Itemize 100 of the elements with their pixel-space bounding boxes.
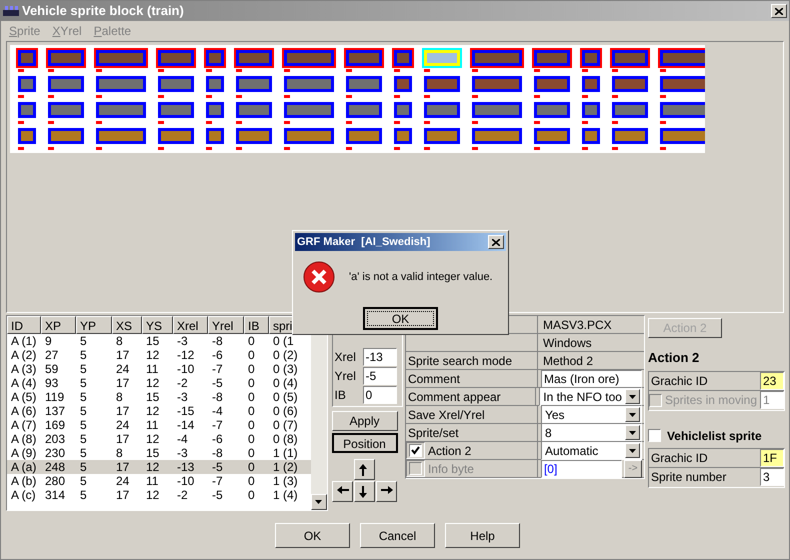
column-header[interactable]: YS bbox=[142, 316, 173, 334]
table-cell-text: 15 bbox=[145, 334, 160, 348]
table-cell-text: 0 bbox=[247, 446, 256, 460]
error-icon bbox=[303, 261, 335, 293]
dialog-button[interactable]: Help bbox=[445, 523, 520, 548]
table-cell-text: -3 bbox=[176, 446, 189, 460]
table-cell-text: 5 bbox=[79, 488, 88, 502]
table-cell-text: 0 bbox=[247, 390, 256, 404]
table-cell-text: 0 bbox=[247, 348, 256, 362]
table-cell-text: -15 bbox=[176, 404, 196, 418]
scroll-down-button[interactable] bbox=[310, 494, 327, 510]
error-message: 'a' is not a valid integer value. bbox=[349, 270, 493, 285]
table-cell-text: 5 bbox=[79, 474, 88, 488]
close-button[interactable] bbox=[488, 235, 504, 249]
table-cell-text: 9 bbox=[44, 334, 53, 348]
column-header[interactable]: XS bbox=[112, 316, 142, 334]
arrow-up-button[interactable] bbox=[354, 459, 376, 480]
table-cell-text: -10 bbox=[176, 362, 196, 376]
table-cell-text: -5 bbox=[211, 488, 224, 502]
arrow-down-button[interactable] bbox=[354, 481, 376, 502]
table-cell-text: 5 bbox=[79, 390, 88, 404]
apply-button[interactable]: Apply bbox=[332, 411, 398, 431]
checkbox[interactable] bbox=[408, 444, 422, 457]
table-cell-text: A (8) bbox=[10, 432, 38, 446]
table-cell-text: 0 (2) bbox=[272, 348, 299, 362]
table-cell-text: 93 bbox=[44, 376, 60, 390]
column-header[interactable]: ID bbox=[7, 316, 41, 334]
dropdown-field[interactable]: Automatic bbox=[540, 441, 642, 460]
ok-button[interactable]: OK bbox=[363, 307, 438, 330]
column-header[interactable]: Xrel bbox=[173, 316, 208, 334]
section-heading: Action 2 bbox=[648, 349, 700, 367]
table-cell-text: 0 (7) bbox=[272, 418, 299, 432]
offset-field[interactable]: -5 bbox=[362, 367, 397, 385]
table-cell-text: A (2) bbox=[10, 348, 38, 362]
table-cell-text: 230 bbox=[44, 446, 66, 460]
table-cell-text: 0 bbox=[247, 404, 256, 418]
table-cell-text: 0 (3) bbox=[272, 362, 299, 376]
close-button[interactable] bbox=[771, 4, 787, 18]
table-cell-text: -8 bbox=[211, 390, 224, 404]
table-cell-text: 0 (1 bbox=[272, 334, 295, 348]
checkbox-label: Vehiclelist sprite bbox=[666, 428, 762, 444]
table-row[interactable]: A (a) 248 5 17 12 -13 -5 0 1 (2) bbox=[7, 460, 311, 474]
field-label: Sprite number bbox=[650, 469, 728, 486]
dialog-button[interactable]: OK bbox=[275, 523, 350, 548]
table-cell-text: 8 bbox=[115, 446, 124, 460]
position-button[interactable]: Position bbox=[332, 433, 398, 453]
table-cell-text: -4 bbox=[176, 432, 189, 446]
dropdown-field[interactable]: 8 bbox=[540, 423, 642, 442]
property-label: Action 2 bbox=[426, 442, 472, 460]
table-cell-text: -14 bbox=[176, 418, 196, 432]
table-cell-text: 15 bbox=[145, 446, 160, 460]
table-cell-text: 137 bbox=[44, 404, 66, 418]
column-header[interactable]: IB bbox=[244, 316, 269, 334]
arrow-right-button[interactable] bbox=[376, 481, 398, 502]
table-cell-text: 24 bbox=[115, 418, 130, 432]
comment-field[interactable]: Mas (Iron ore) bbox=[540, 370, 642, 388]
graphic-id-field[interactable]: 23 bbox=[760, 372, 784, 390]
table-cell-text: 5 bbox=[79, 460, 88, 474]
table-cell-text: 11 bbox=[145, 362, 160, 376]
dialog-title: GRF Maker [AI_Swedish] bbox=[297, 234, 432, 250]
field-label: Grachic ID bbox=[650, 450, 709, 466]
column-header[interactable]: YP bbox=[76, 316, 112, 334]
table-cell-text: 5 bbox=[79, 362, 88, 376]
table-cell-text: A (3) bbox=[10, 362, 38, 376]
dropdown-field[interactable]: Yes bbox=[540, 405, 642, 424]
table-cell-text: 0 bbox=[247, 488, 256, 502]
table-cell-text: 24 bbox=[115, 474, 130, 488]
table-cell-text: 1 (1) bbox=[272, 446, 299, 460]
table-cell-text: 314 bbox=[44, 488, 66, 502]
table-cell-text: -7 bbox=[211, 474, 224, 488]
table-cell-text: -8 bbox=[211, 446, 224, 460]
property-value: Method 2 bbox=[542, 352, 594, 370]
table-cell-text: 169 bbox=[44, 418, 66, 432]
offset-field[interactable]: -13 bbox=[362, 348, 397, 366]
table-cell-text: -13 bbox=[176, 460, 196, 474]
arrow-left-button[interactable] bbox=[332, 481, 354, 502]
table-cell-text: 5 bbox=[79, 418, 88, 432]
checkbox[interactable] bbox=[648, 429, 661, 442]
table-cell-text: A (5) bbox=[10, 390, 38, 404]
table-cell-text: 12 bbox=[145, 488, 160, 502]
table-cell-text: A (7) bbox=[10, 418, 38, 432]
table-cell-text: 1 (2) bbox=[272, 460, 299, 474]
property-label: Save Xrel/Yrel bbox=[406, 406, 486, 424]
table-cell-text: 15 bbox=[145, 390, 160, 404]
table-cell-text: 5 bbox=[79, 376, 88, 390]
column-header[interactable]: Yrel bbox=[208, 316, 244, 334]
table-cell-text: 8 bbox=[115, 334, 124, 348]
table-cell-text: A (1) bbox=[10, 334, 38, 348]
property-label: Sprite search mode bbox=[406, 352, 514, 370]
table-cell-text: -5 bbox=[211, 460, 224, 474]
table-cell-text: A (b) bbox=[10, 474, 38, 488]
dropdown-field[interactable]: In the NFO too bbox=[539, 387, 642, 406]
table-cell-text: 203 bbox=[44, 432, 66, 446]
graphic-id-field[interactable]: 1F bbox=[760, 448, 784, 466]
table-cell-text: -4 bbox=[211, 404, 224, 418]
column-header[interactable]: XP bbox=[41, 316, 76, 334]
dialog-button[interactable]: Cancel bbox=[360, 523, 435, 548]
sprite-number-field[interactable]: 3 bbox=[760, 468, 784, 486]
table-cell-text: 5 bbox=[79, 446, 88, 460]
offset-field[interactable]: 0 bbox=[362, 386, 397, 404]
